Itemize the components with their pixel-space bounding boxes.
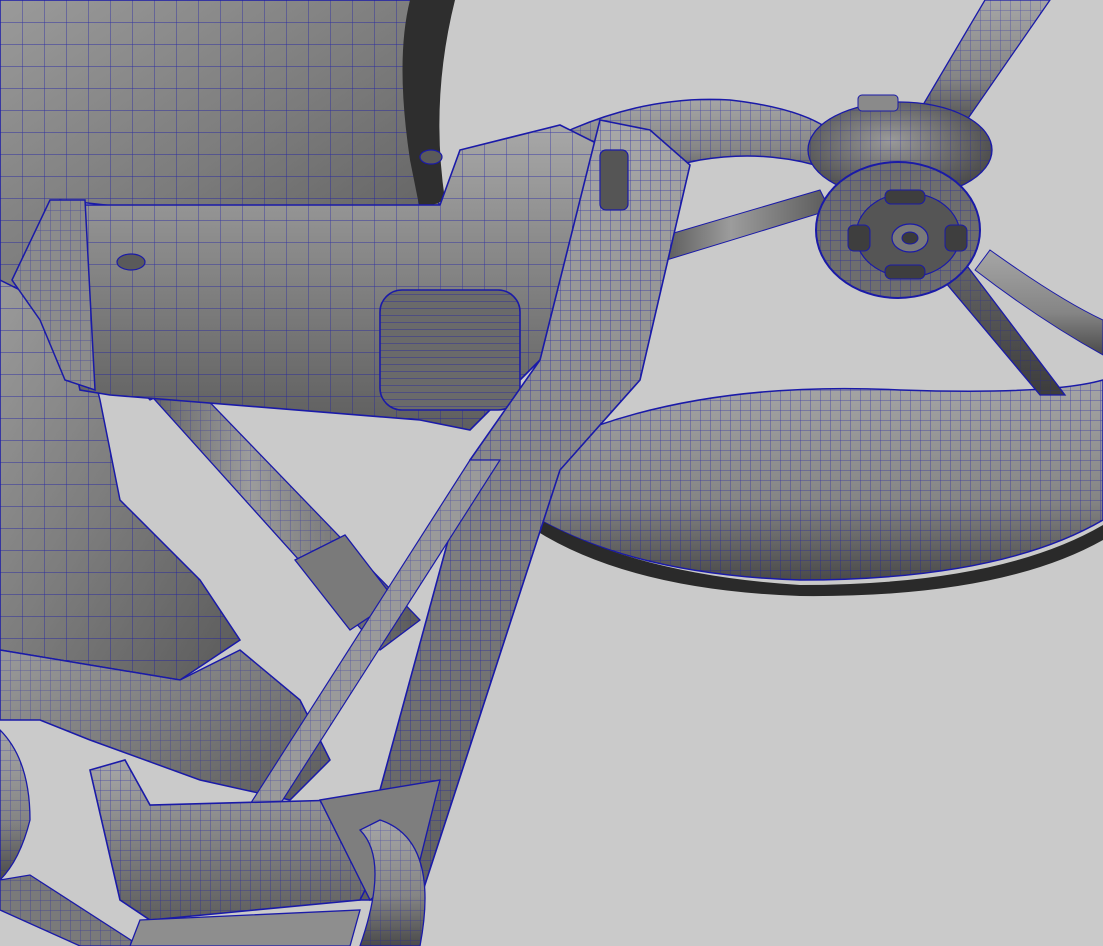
motor-hub-mesh[interactable] — [807, 94, 993, 299]
3d-viewport[interactable] — [0, 0, 1103, 946]
viewport-scene[interactable] — [0, 0, 1103, 946]
